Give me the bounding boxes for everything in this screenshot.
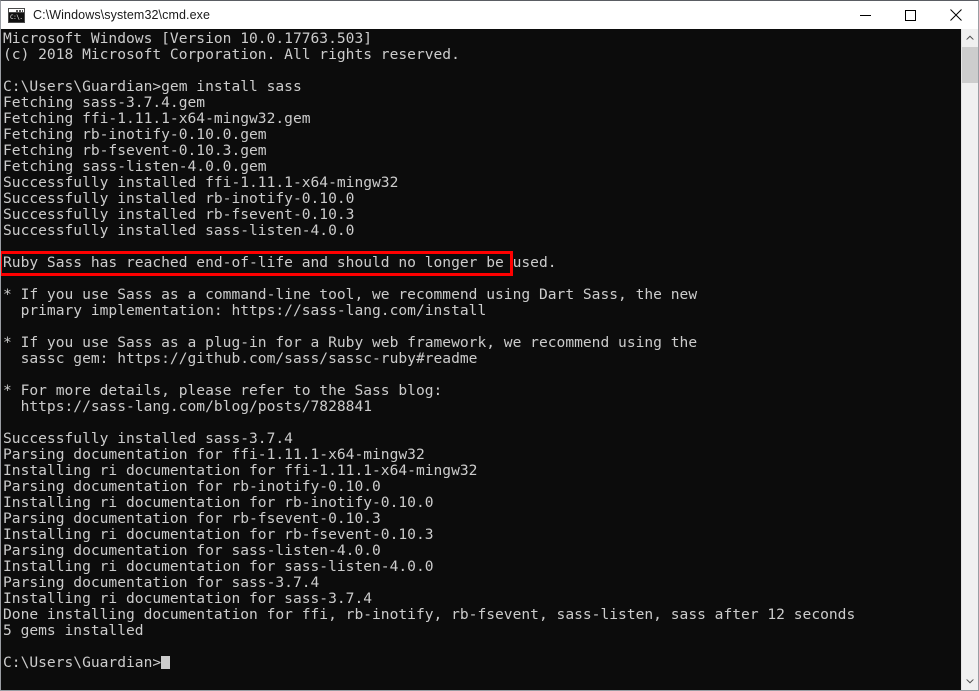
text-cursor xyxy=(161,656,171,669)
console-line: Fetching sass-listen-4.0.0.gem xyxy=(3,158,267,175)
chevron-down-icon xyxy=(966,679,974,684)
window-controls xyxy=(843,1,978,29)
icon-titlebar-dots xyxy=(16,9,23,12)
scroll-up-arrow[interactable] xyxy=(962,29,978,46)
cmd-console-icon: C:\. xyxy=(8,7,25,23)
console-line: Parsing documentation for ffi-1.11.1-x64… xyxy=(3,446,425,463)
console-body[interactable]: Microsoft Windows [Version 10.0.17763.50… xyxy=(1,29,978,690)
console-line: (c) 2018 Microsoft Corporation. All righ… xyxy=(3,46,460,63)
console-line: * If you use Sass as a command-line tool… xyxy=(3,286,698,303)
minimize-button[interactable] xyxy=(843,1,888,29)
scroll-down-arrow[interactable] xyxy=(962,673,978,690)
scrollbar-thumb[interactable] xyxy=(962,47,978,83)
vertical-scrollbar[interactable] xyxy=(961,29,978,690)
console-line: Fetching rb-inotify-0.10.0.gem xyxy=(3,126,267,143)
cmd-window: C:\. C:\Windows\system32\cmd.exe Microso… xyxy=(0,0,979,691)
console-line: Successfully installed sass-3.7.4 xyxy=(3,430,293,447)
console-line: * If you use Sass as a plug-in for a Rub… xyxy=(3,334,698,351)
console-line: Successfully installed rb-inotify-0.10.0 xyxy=(3,190,355,207)
prompt-text: C:\Users\Guardian> xyxy=(3,654,162,671)
console-line: Installing ri documentation for sass-lis… xyxy=(3,558,434,575)
title-bar[interactable]: C:\. C:\Windows\system32\cmd.exe xyxy=(1,1,978,29)
close-button[interactable] xyxy=(933,1,978,29)
console-line: Parsing documentation for sass-listen-4.… xyxy=(3,542,381,559)
console-line: Installing ri documentation for rb-inoti… xyxy=(3,494,434,511)
minimize-icon xyxy=(860,14,871,16)
window-title: C:\Windows\system32\cmd.exe xyxy=(33,8,211,22)
console-line: https://sass-lang.com/blog/posts/7828841 xyxy=(3,398,373,415)
console-line: Fetching rb-fsevent-0.10.3.gem xyxy=(3,142,267,159)
console-line: Parsing documentation for sass-3.7.4 xyxy=(3,574,320,591)
console-line: 5 gems installed xyxy=(3,622,144,639)
console-line: Fetching ffi-1.11.1-x64-mingw32.gem xyxy=(3,110,311,127)
console-output: Microsoft Windows [Version 10.0.17763.50… xyxy=(3,31,958,671)
command-prompt-line[interactable]: C:\Users\Guardian> xyxy=(3,655,958,671)
close-icon xyxy=(949,9,962,21)
console-line: Successfully installed ffi-1.11.1-x64-mi… xyxy=(3,174,399,191)
console-line: * For more details, please refer to the … xyxy=(3,382,443,399)
console-line: Microsoft Windows [Version 10.0.17763.50… xyxy=(3,30,373,47)
console-line: Successfully installed sass-listen-4.0.0 xyxy=(3,222,355,239)
chevron-up-icon xyxy=(966,35,974,40)
maximize-button[interactable] xyxy=(888,1,933,29)
icon-screen-text: C:\. xyxy=(9,12,24,22)
console-line: Installing ri documentation for ffi-1.11… xyxy=(3,462,478,479)
console-line: Successfully installed rb-fsevent-0.10.3 xyxy=(3,206,355,223)
console-line: primary implementation: https://sass-lan… xyxy=(3,302,487,319)
console-line: Installing ri documentation for sass-3.7… xyxy=(3,590,373,607)
console-line: sassc gem: https://github.com/sass/sassc… xyxy=(3,350,478,367)
scrollbar-track[interactable] xyxy=(962,46,978,673)
console-line: C:\Users\Guardian>gem install sass xyxy=(3,78,302,95)
console-line: Fetching sass-3.7.4.gem xyxy=(3,94,206,111)
console-line: Parsing documentation for rb-inotify-0.1… xyxy=(3,478,381,495)
console-line: Parsing documentation for rb-fsevent-0.1… xyxy=(3,510,381,527)
console-line: Done installing documentation for ffi, r… xyxy=(3,606,856,623)
console-line: Installing ri documentation for rb-fseve… xyxy=(3,526,434,543)
maximize-icon xyxy=(905,9,916,21)
console-line: Ruby Sass has reached end-of-life and sh… xyxy=(3,254,557,271)
